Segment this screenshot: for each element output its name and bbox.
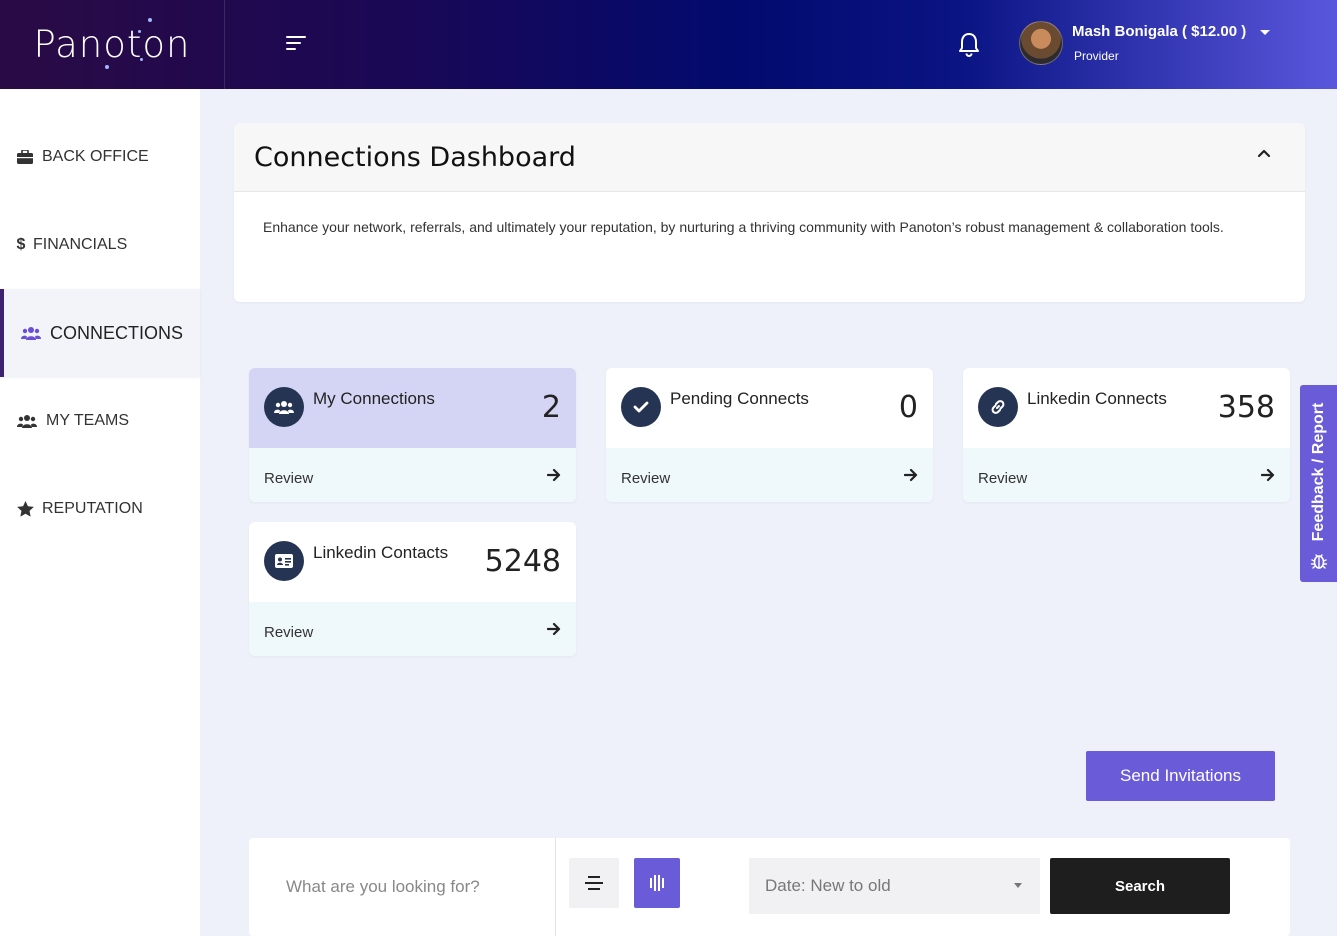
card-header: My Connections 2 [249,368,576,448]
sidebar-item-connections[interactable]: CONNECTIONS [0,289,200,377]
bug-icon [1310,552,1328,570]
review-label: Review [621,470,671,487]
logo-dot [148,18,152,22]
list-view-icon [585,876,603,890]
sidebar-item-label: REPUTATION [42,500,143,517]
logo-dot [105,65,109,69]
card-count: 358 [1217,390,1275,425]
briefcase-icon [16,148,34,166]
id-card-icon [264,541,304,581]
panel-header: Connections Dashboard [234,123,1305,192]
page-title: Connections Dashboard [254,141,576,173]
sort-select[interactable]: Date: New to old [749,858,1040,914]
avatar[interactable] [1019,21,1063,65]
sidebar-item-label: CONNECTIONS [50,322,184,343]
card-count: 5248 [484,544,561,579]
card-review-link[interactable]: Review [606,448,933,502]
user-role: Provider [1074,49,1119,63]
sidebar-item-reputation[interactable]: REPUTATION [0,465,200,553]
users-icon [20,324,42,342]
card-title: Linkedin Connects [1027,389,1167,408]
users-icon [264,387,304,427]
arrow-right-icon [546,622,561,636]
sidebar-item-label: FINANCIALS [33,236,128,253]
notification-bell-icon[interactable] [957,32,981,58]
card-linkedin-contacts[interactable]: Linkedin Contacts 5248 Review [249,522,576,656]
sidebar-item-label: MY TEAMS [46,412,129,429]
sidebar-item-back-office[interactable]: BACK OFFICE [0,113,200,201]
logo-dot [138,30,141,33]
card-review-link[interactable]: Review [249,602,576,656]
arrow-right-icon [1260,468,1275,482]
logo-dot [140,58,143,61]
card-title: Linkedin Contacts [313,543,449,562]
user-name[interactable]: Mash Bonigala ( $12.00 ) [1072,23,1246,40]
logo[interactable]: Panoton [0,0,225,89]
users-icon [16,412,38,430]
arrow-right-icon [903,468,918,482]
card-review-link[interactable]: Review [249,448,576,502]
card-header: Pending Connects 0 [606,368,933,448]
card-count: 0 [898,390,918,425]
search-input[interactable] [249,838,556,936]
sort-selected-value: Date: New to old [765,876,891,895]
card-title: My Connections [313,389,435,408]
grid-view-icon [650,875,664,891]
chevron-up-icon[interactable] [1256,145,1272,161]
review-label: Review [264,624,314,641]
chevron-down-icon [1014,883,1022,888]
card-pending-connects[interactable]: Pending Connects 0 Review [606,368,933,502]
card-header: Linkedin Contacts 5248 [249,522,576,602]
card-header: Linkedin Connects 358 [963,368,1290,448]
send-invitations-button[interactable]: Send Invitations [1086,751,1275,801]
sidebar: BACK OFFICE $ FINANCIALS CONNECTIONS MY … [0,89,200,936]
list-view-button[interactable] [569,858,619,908]
dollar-icon: $ [16,236,26,253]
card-review-link[interactable]: Review [963,448,1290,502]
sidebar-item-my-teams[interactable]: MY TEAMS [0,377,200,465]
top-header: Panoton Mash Bonigala ( $12.00 ) Provide… [0,0,1337,89]
card-linkedin-connects[interactable]: Linkedin Connects 358 Review [963,368,1290,502]
review-label: Review [264,470,314,487]
sidebar-item-label: BACK OFFICE [42,148,149,165]
review-label: Review [978,470,1028,487]
star-icon [16,500,34,518]
grid-view-button[interactable] [634,858,680,908]
sidebar-item-financials[interactable]: $ FINANCIALS [0,201,200,289]
feedback-report-tab[interactable]: Feedback / Report [1300,385,1337,582]
menu-toggle-icon[interactable] [286,36,306,52]
link-icon [978,387,1018,427]
panel-description: Enhance your network, referrals, and ult… [263,219,1224,235]
logo-text: Panoton [33,23,191,66]
dashboard-panel: Connections Dashboard Enhance your netwo… [234,123,1305,302]
card-count: 2 [541,390,561,425]
search-button[interactable]: Search [1050,858,1230,914]
arrow-right-icon [546,468,561,482]
feedback-label: Feedback / Report [1309,402,1327,541]
search-bar: Date: New to old Search [249,838,1290,936]
user-menu-caret-icon[interactable] [1260,30,1270,35]
check-icon [621,387,661,427]
card-my-connections[interactable]: My Connections 2 Review [249,368,576,502]
card-title: Pending Connects [670,389,809,408]
